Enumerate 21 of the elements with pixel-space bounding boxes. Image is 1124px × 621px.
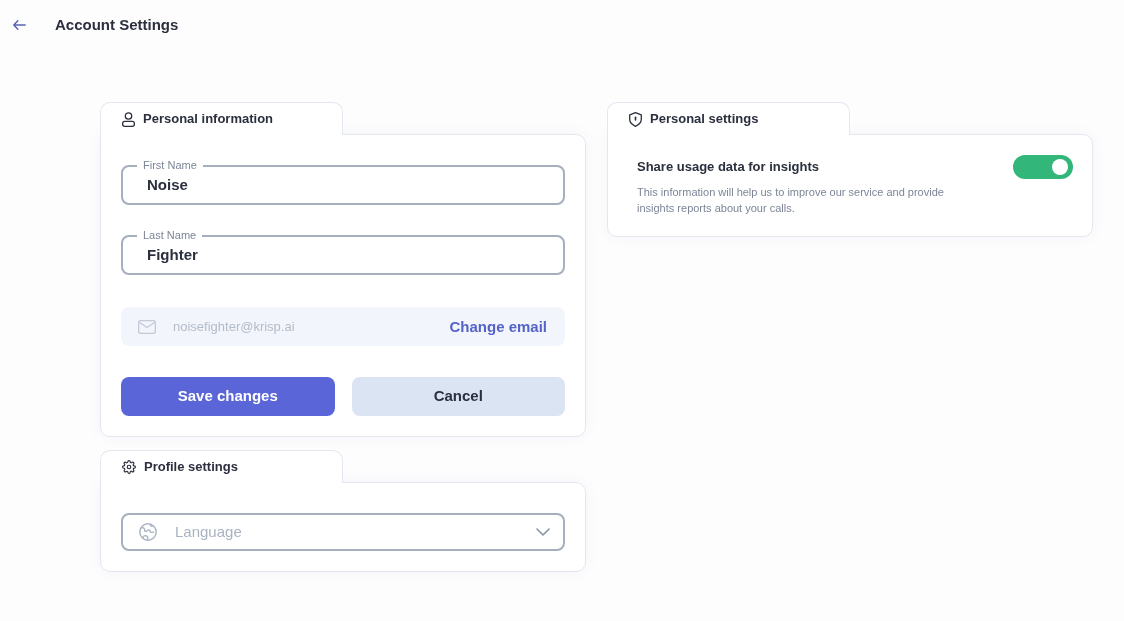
cancel-button[interactable]: Cancel (351, 377, 565, 416)
globe-icon (139, 523, 157, 541)
page-title: Account Settings (55, 15, 179, 35)
back-arrow-icon (12, 20, 26, 30)
person-icon (122, 111, 135, 127)
save-button[interactable]: Save changes (121, 377, 335, 416)
setting-description: This information will help us to improve our service and provide insights reports about your calls. (637, 185, 945, 216)
section-title: Profile settings (144, 459, 238, 475)
settings-icon (122, 460, 136, 474)
text-field[interactable]: Last Name Fighter (121, 229, 565, 275)
section-title: Personal settings (650, 111, 759, 127)
text-field[interactable]: First Name Noise (121, 159, 565, 205)
field-label: First Name (142, 159, 198, 172)
section-title: Personal information (143, 111, 274, 127)
field-label: Last Name (142, 229, 198, 242)
email-address: noisefighter@krisp.ai (173, 318, 295, 335)
mail-icon (138, 319, 156, 334)
toggle-switch[interactable] (1013, 155, 1073, 179)
setting-label: Share usage data for insights (637, 159, 820, 175)
shield-icon (629, 111, 642, 127)
chevron-down-icon (536, 528, 550, 536)
